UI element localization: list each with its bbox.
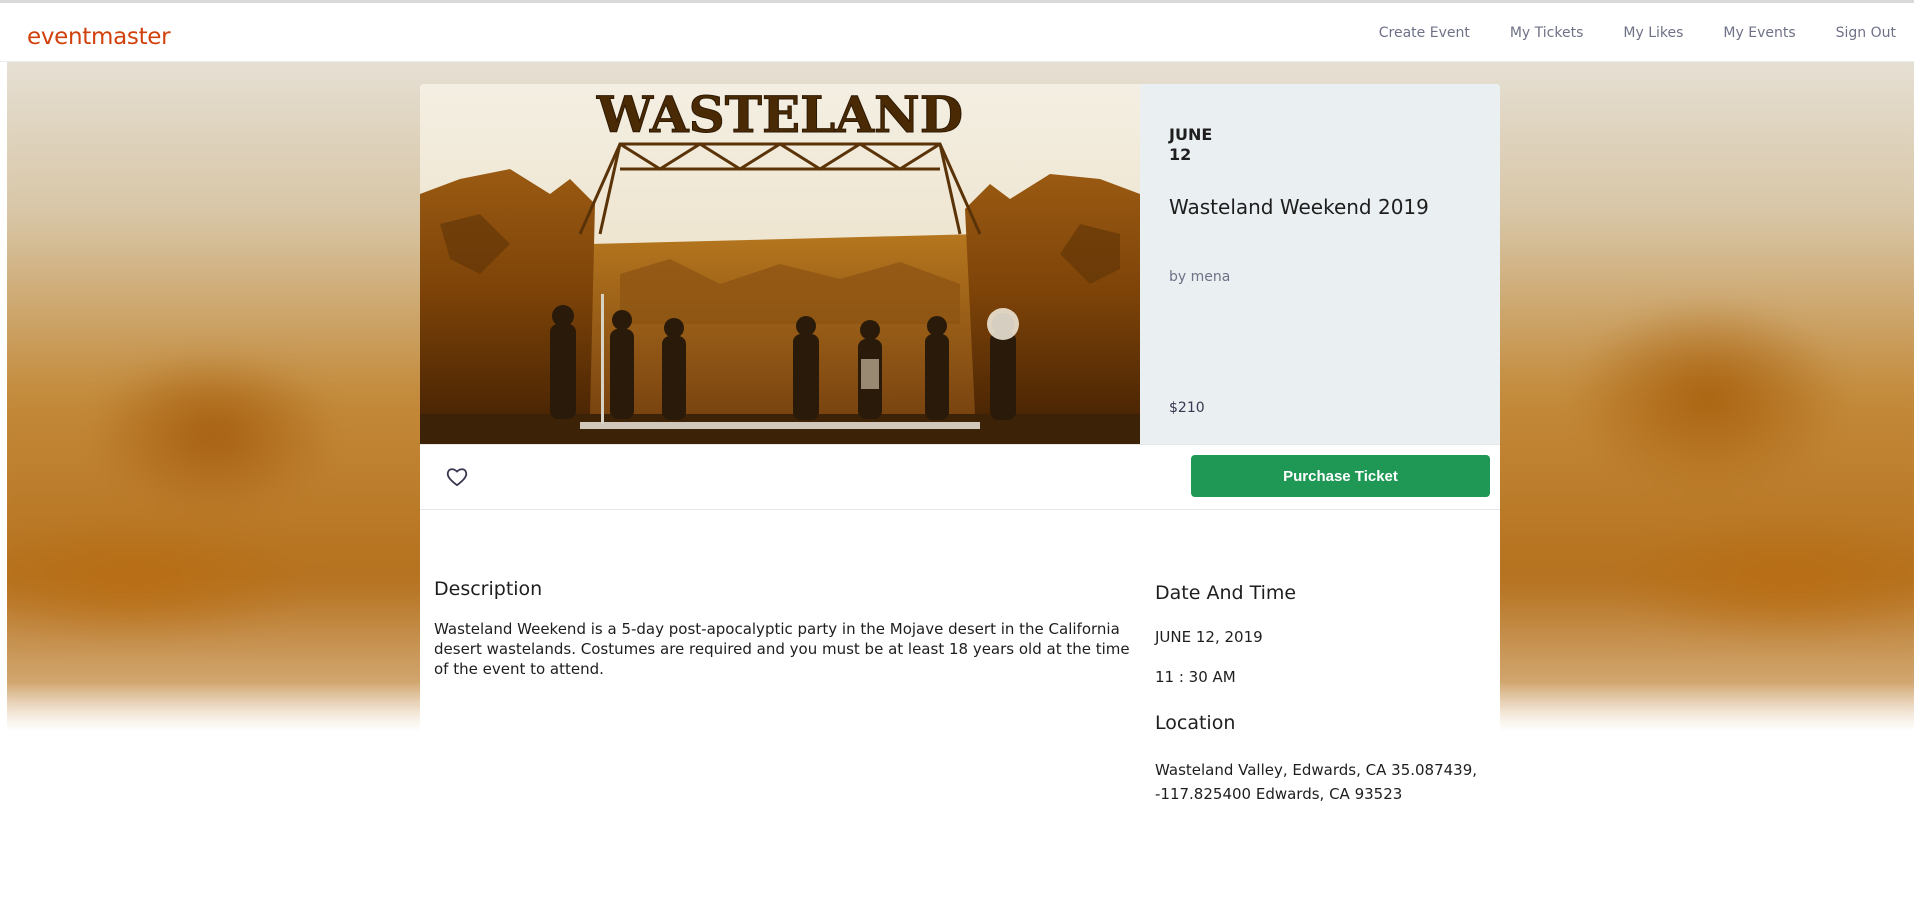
- nav-create-event[interactable]: Create Event: [1379, 25, 1470, 41]
- logo[interactable]: eventmaster: [27, 24, 171, 50]
- action-bar: Purchase Ticket: [420, 444, 1500, 510]
- nav-my-events[interactable]: My Events: [1723, 25, 1795, 41]
- event-day: 12: [1169, 145, 1192, 164]
- event-month: JUNE: [1169, 125, 1213, 144]
- event-organizer: by mena: [1169, 269, 1231, 285]
- date-time-heading: Date And Time: [1155, 582, 1297, 604]
- event-photo-illustration: WASTELAND: [420, 84, 1140, 444]
- event-time: 11 : 30 AM: [1155, 668, 1236, 686]
- description-text: Wasteland Weekend is a 5-day post-apocal…: [434, 620, 1130, 678]
- nav-my-likes[interactable]: My Likes: [1623, 25, 1683, 41]
- nav-my-tickets[interactable]: My Tickets: [1510, 25, 1584, 41]
- event-title: Wasteland Weekend 2019: [1169, 195, 1429, 219]
- event-image: WASTELAND: [420, 84, 1140, 444]
- wasteland-sign-text: WASTELAND: [596, 85, 963, 144]
- purchase-ticket-button[interactable]: Purchase Ticket: [1191, 455, 1490, 497]
- location-text: Wasteland Valley, Edwards, CA 35.087439,…: [1155, 761, 1478, 803]
- event-summary-panel: JUNE 12 Wasteland Weekend 2019 by mena $…: [1140, 84, 1500, 444]
- nav-sign-out[interactable]: Sign Out: [1836, 25, 1896, 41]
- event-price: $210: [1169, 400, 1205, 416]
- event-card: WASTELAND JUNE 12 Wasteland Weekend 2019…: [420, 84, 1500, 904]
- nav-links: Create Event My Tickets My Likes My Even…: [1379, 25, 1896, 41]
- location-heading: Location: [1155, 712, 1236, 734]
- top-navbar: eventmaster Create Event My Tickets My L…: [0, 3, 1914, 62]
- description-heading: Description: [434, 578, 543, 600]
- heart-outline-icon[interactable]: [446, 467, 470, 489]
- event-date-full: JUNE 12, 2019: [1155, 628, 1263, 646]
